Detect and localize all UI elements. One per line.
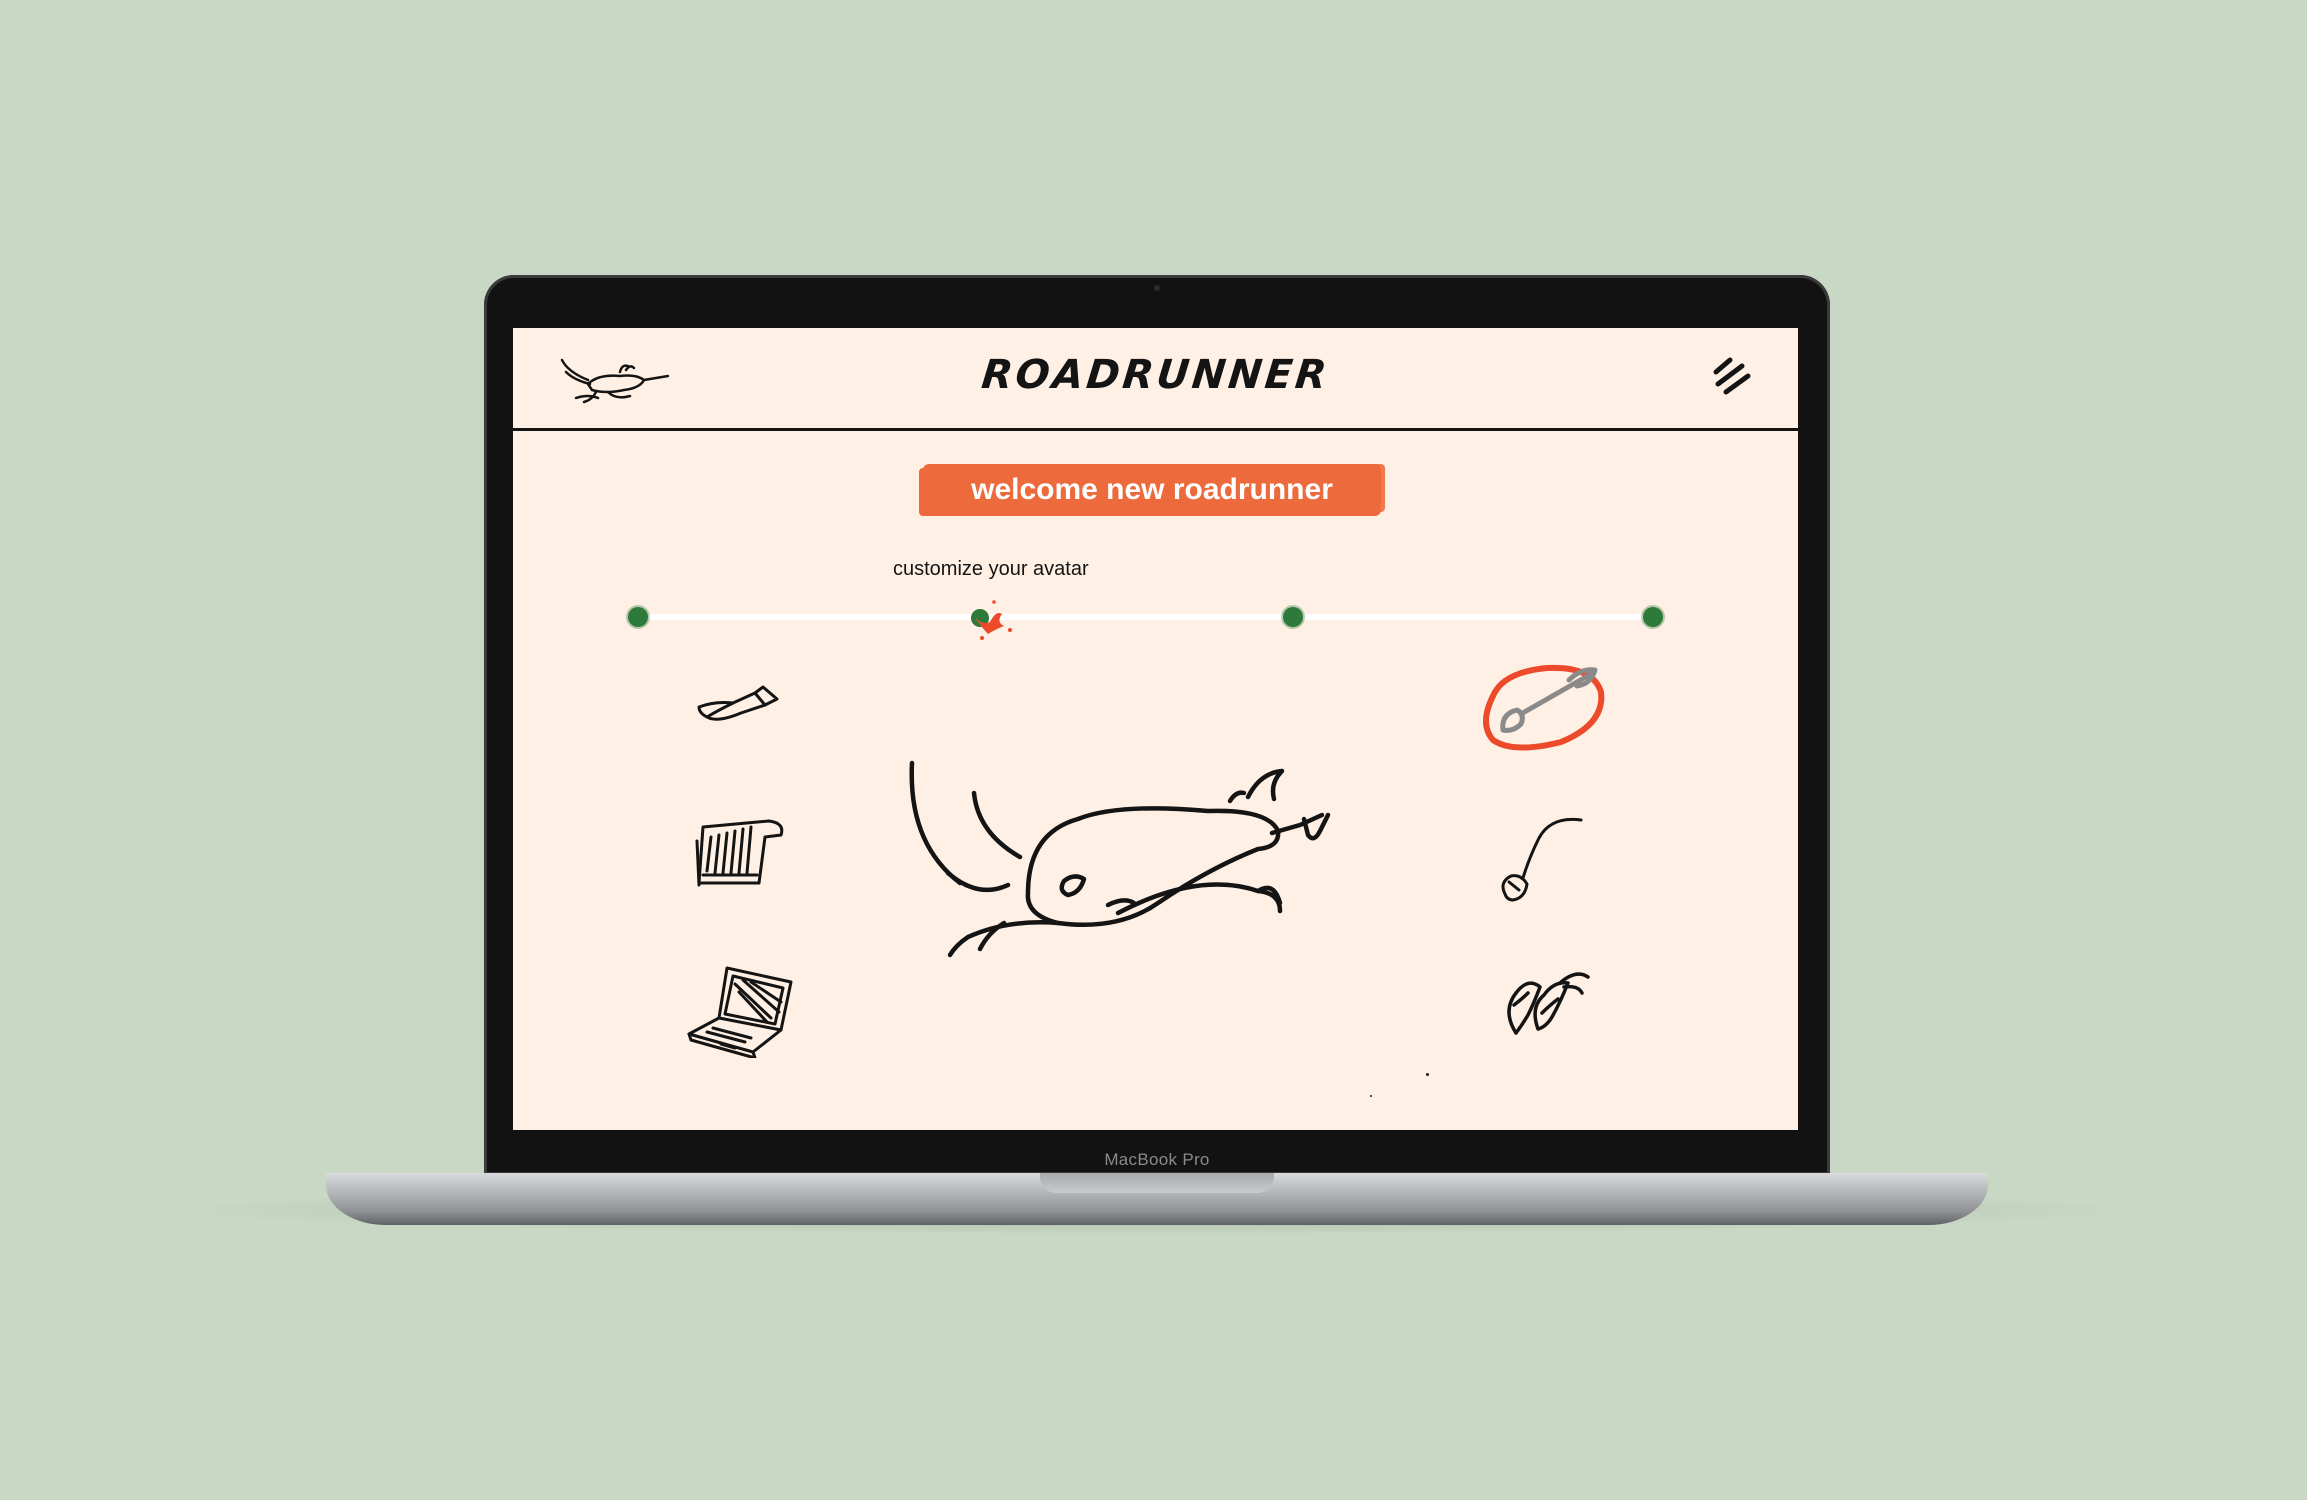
welcome-banner: welcome new roadrunner: [923, 464, 1381, 516]
mouse-icon[interactable]: [1493, 808, 1603, 918]
brand-title: ROADRUNNER: [979, 352, 1332, 398]
step-dot-4[interactable]: [1643, 607, 1663, 627]
tie-icon[interactable]: [693, 673, 793, 733]
current-step-splat-icon[interactable]: [966, 596, 1021, 642]
device-label: MacBook Pro: [1104, 1150, 1210, 1169]
step-label: customize your avatar: [893, 558, 1089, 580]
laptop-icon[interactable]: [683, 958, 803, 1058]
notebook-icon[interactable]: [693, 813, 793, 893]
app-screen: ROADRUNNER welcome new roadrunner custom…: [513, 328, 1798, 1130]
step-dot-3[interactable]: [1283, 607, 1303, 627]
leaf-icon[interactable]: [1498, 953, 1598, 1043]
paintbrush-icon[interactable]: [1473, 658, 1613, 758]
laptop-opening-notch: [1040, 1173, 1274, 1193]
decorative-dot: [1370, 1095, 1372, 1097]
laptop-bezel: ROADRUNNER welcome new roadrunner custom…: [484, 275, 1830, 1175]
progress-track: [638, 614, 1653, 620]
camera-dot: [1154, 285, 1160, 291]
decorative-dot: [1426, 1073, 1429, 1076]
menu-icon[interactable]: [1710, 354, 1754, 398]
roadrunner-avatar: [909, 760, 1331, 958]
step-dot-1[interactable]: [628, 607, 648, 627]
app-header: ROADRUNNER: [513, 328, 1798, 431]
